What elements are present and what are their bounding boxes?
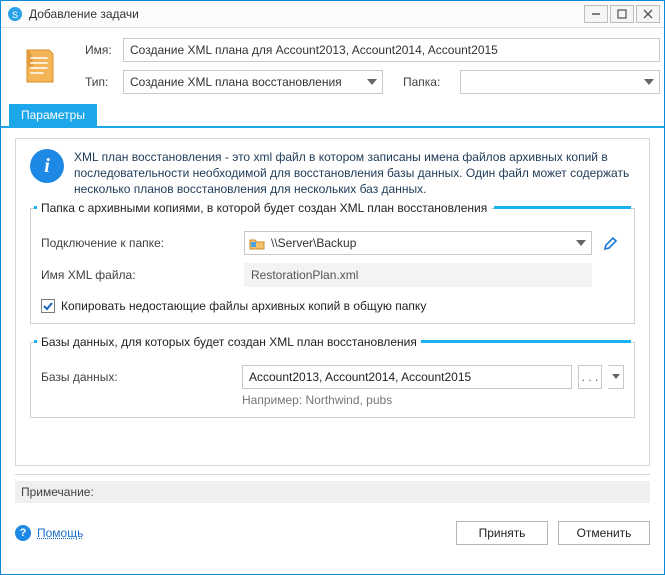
folder-select[interactable] xyxy=(460,70,660,94)
close-button[interactable] xyxy=(636,5,660,23)
separator xyxy=(15,474,650,475)
header: Имя: Тип: Создание XML плана восстановле… xyxy=(1,28,664,104)
help-icon: ? xyxy=(15,525,31,541)
parameters-panel: i XML план восстановления - это xml файл… xyxy=(15,138,650,466)
databases-value: Account2013, Account2014, Account2015 xyxy=(249,370,471,384)
xml-filename-value: RestorationPlan.xml xyxy=(244,263,592,287)
chevron-down-icon xyxy=(641,71,657,93)
chevron-down-icon xyxy=(364,71,380,93)
group-backup-folder: Папка с архивными копиями, в которой буд… xyxy=(30,208,635,324)
databases-input[interactable]: Account2013, Account2014, Account2015 xyxy=(242,365,572,389)
note-row: Примечание: xyxy=(15,481,650,503)
connection-value: \\Server\Backup xyxy=(271,236,356,250)
group-backup-folder-title: Папка с архивными копиями, в которой буд… xyxy=(37,201,491,215)
tab-parameters[interactable]: Параметры xyxy=(9,104,97,126)
minimize-button[interactable] xyxy=(584,5,608,23)
title-bar: S Добавление задачи xyxy=(1,1,664,28)
databases-browse-button[interactable]: . . . xyxy=(578,365,602,389)
folder-label: Папка: xyxy=(403,75,440,89)
cancel-button[interactable]: Отменить xyxy=(558,521,650,545)
copy-missing-checkbox[interactable]: Копировать недостающие файлы архивных ко… xyxy=(41,299,624,313)
copy-missing-label: Копировать недостающие файлы архивных ко… xyxy=(61,299,426,313)
checkbox-icon xyxy=(41,299,55,313)
task-type-icon xyxy=(17,44,61,88)
maximize-button[interactable] xyxy=(610,5,634,23)
group-databases: Базы данных, для которых будет создан XM… xyxy=(30,342,635,418)
tab-bar: Параметры xyxy=(1,104,664,128)
databases-dropdown-button[interactable] xyxy=(608,365,624,389)
xml-filename-label: Имя XML файла: xyxy=(41,268,236,282)
databases-label: Базы данных: xyxy=(41,370,236,384)
accept-button[interactable]: Принять xyxy=(456,521,548,545)
type-select-value: Создание XML плана восстановления xyxy=(130,75,342,89)
note-input[interactable] xyxy=(102,483,644,501)
group-databases-title: Базы данных, для которых будет создан XM… xyxy=(37,335,421,349)
note-label: Примечание: xyxy=(21,485,94,499)
window-title: Добавление задачи xyxy=(29,7,584,21)
svg-text:S: S xyxy=(12,10,18,20)
help-label: Помощь xyxy=(37,526,83,540)
chevron-down-icon xyxy=(573,232,589,254)
edit-connection-button[interactable] xyxy=(600,232,622,254)
type-label: Тип: xyxy=(85,75,115,89)
name-label: Имя: xyxy=(85,43,115,57)
connection-label: Подключение к папке: xyxy=(41,236,236,250)
help-link[interactable]: ? Помощь xyxy=(15,525,83,541)
databases-hint: Например: Northwind, pubs xyxy=(242,393,624,407)
footer: ? Помощь Принять Отменить xyxy=(1,503,664,545)
type-select[interactable]: Создание XML плана восстановления xyxy=(123,70,383,94)
app-icon: S xyxy=(7,6,23,22)
connection-select[interactable]: \\Server\Backup xyxy=(244,231,592,255)
name-input[interactable] xyxy=(123,38,660,62)
folder-icon xyxy=(249,235,265,251)
info-icon: i xyxy=(30,149,64,183)
info-text: XML план восстановления - это xml файл в… xyxy=(74,149,635,198)
